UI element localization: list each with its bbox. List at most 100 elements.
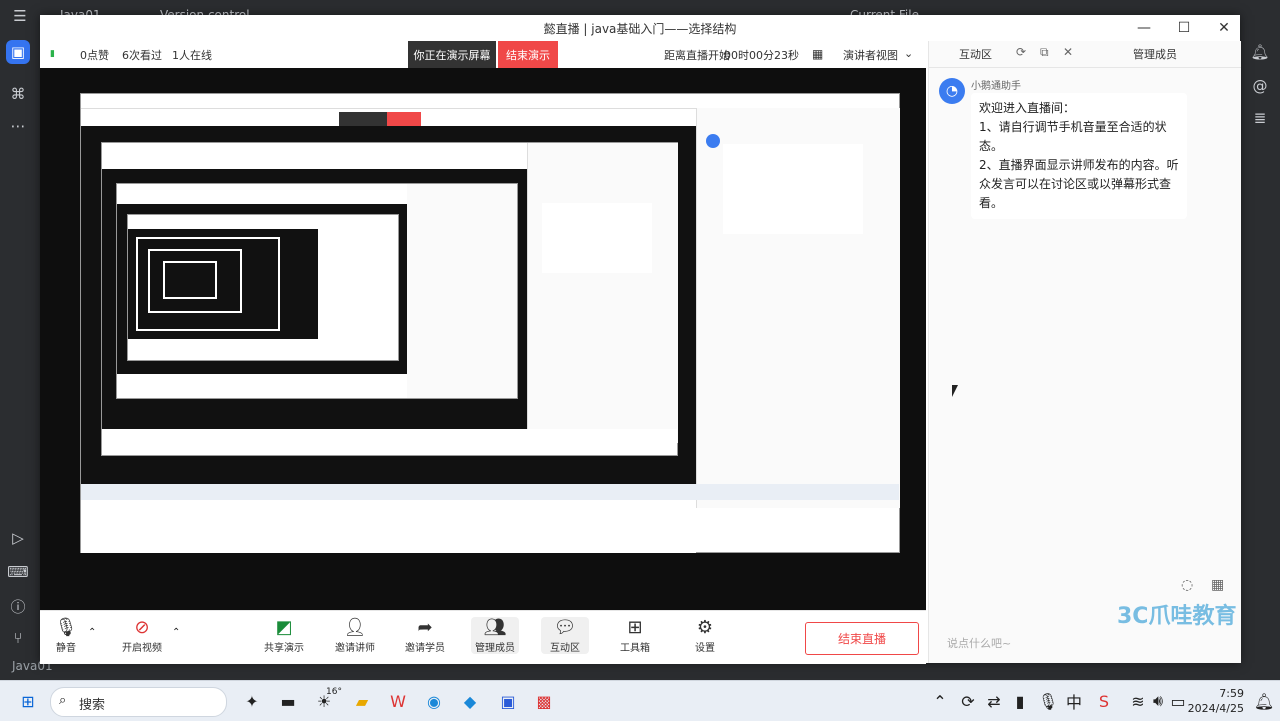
calendar-icon[interactable]: ▦ xyxy=(812,47,823,61)
tray-security-icon[interactable]: S xyxy=(1092,689,1116,713)
live-toolbar: 🎙︎ 静音 ⌃ ⊘ 开启视频 ⌃ ◩ 共享演示 👤︎ 邀请讲师 ➦ 邀请学员 👥︎ 管理成员… xyxy=(40,610,926,664)
database-icon[interactable]: ≣ xyxy=(1248,106,1272,130)
interact-button[interactable]: 💬︎ 互动区 xyxy=(541,617,589,654)
window-title: 懿直播 | java基础入门——选择结构 xyxy=(40,15,1240,41)
message-line: 1、请自行调节手机音量至合适的状态。 xyxy=(979,120,1167,153)
chat-input[interactable]: 说点什么吧~ xyxy=(947,635,1147,651)
mouse-cursor xyxy=(952,385,958,397)
refresh-icon[interactable]: ⟳ xyxy=(1016,45,1026,59)
grid-icon: ⊞ xyxy=(627,617,643,638)
ide-right-toolbar: 🔔︎ @ ≣ xyxy=(1240,32,1280,682)
maximize-button[interactable]: ☐ xyxy=(1174,20,1194,36)
tab-interact[interactable]: 互动区 xyxy=(959,46,992,62)
problems-icon[interactable]: ⓘ xyxy=(6,594,30,618)
close-panel-icon[interactable]: ✕ xyxy=(1063,45,1073,59)
clock-time: 7:59 xyxy=(1219,687,1244,700)
invite-teacher-label: 邀请讲师 xyxy=(335,643,375,654)
tray-chevron-icon[interactable]: ⌃ xyxy=(928,689,952,713)
nested-capture-3 xyxy=(116,183,518,399)
end-demo-button[interactable]: 结束演示 xyxy=(498,41,558,68)
video-button[interactable]: ⊘ 开启视频 xyxy=(118,617,166,654)
calendar-check-icon[interactable]: ▦ xyxy=(1211,577,1224,593)
video-options-chevron-icon[interactable]: ⌃ xyxy=(172,627,180,638)
avatar: ◔ xyxy=(939,78,965,104)
nested-capture-5 xyxy=(136,237,280,331)
wps-icon[interactable]: W xyxy=(386,689,410,713)
app-icon[interactable]: ◆ xyxy=(458,689,482,713)
intellij-icon[interactable]: ▩ xyxy=(532,689,556,713)
invite-student-label: 邀请学员 xyxy=(405,643,445,654)
edge-icon[interactable]: ◉ xyxy=(422,689,446,713)
tray-app-icon[interactable]: ⟳ xyxy=(956,689,980,713)
notification-icon[interactable]: 🔔︎ xyxy=(1248,40,1272,64)
video-label: 开启视频 xyxy=(122,643,162,654)
share-screen-icon: ◩ xyxy=(275,617,293,638)
popout-icon[interactable]: ⧉ xyxy=(1040,45,1049,60)
settings-label: 设置 xyxy=(695,643,715,654)
live-app-icon[interactable]: ▣ xyxy=(496,689,520,713)
menu-icon[interactable]: ☰ xyxy=(8,4,32,28)
mute-options-chevron-icon[interactable]: ⌃ xyxy=(88,627,96,638)
share-label: 共享演示 xyxy=(264,643,304,654)
countdown-label: 距离直播开始 xyxy=(664,49,730,62)
share-button[interactable]: ◩ 共享演示 xyxy=(260,617,308,654)
tools-button[interactable]: ⊞ 工具箱 xyxy=(611,617,659,654)
members-button[interactable]: 👥︎ 管理成员 xyxy=(471,617,519,654)
terminal-icon[interactable]: ⌨ xyxy=(6,560,30,584)
brand-text: 爪哇教育 xyxy=(1148,604,1237,629)
nested-capture-4 xyxy=(127,214,399,361)
search-placeholder: 搜索 xyxy=(79,698,106,713)
views-count: 6次看过 xyxy=(122,49,162,62)
message-line: 欢迎进入直播间： xyxy=(979,101,1076,115)
danmaku-icon[interactable]: ◌ xyxy=(1181,577,1193,593)
tray-sync-icon[interactable]: ⇄ xyxy=(982,689,1006,713)
chat-icon: 💬︎ xyxy=(553,617,577,638)
mute-button[interactable]: 🎙︎ 静音 xyxy=(42,617,90,654)
invite-teacher-icon: 👤︎ xyxy=(343,617,367,638)
weather-temp: 16° xyxy=(326,687,342,697)
battery-icon[interactable]: ▭ xyxy=(1166,689,1190,713)
members-label: 管理成员 xyxy=(475,643,515,654)
live-window: 懿直播 | java基础入门——选择结构 — ☐ ✕ ▮ 0点赞 6次看过 1人… xyxy=(40,15,1241,664)
file-explorer-icon[interactable]: ▰ xyxy=(350,689,374,713)
end-live-button[interactable]: 结束直播 xyxy=(805,622,919,655)
invite-student-button[interactable]: ➦ 邀请学员 xyxy=(401,617,449,654)
close-button[interactable]: ✕ xyxy=(1214,20,1234,36)
more-icon[interactable]: ⋯ xyxy=(6,114,30,138)
window-controls: — ☐ ✕ xyxy=(1134,15,1234,41)
online-count: 1人在线 xyxy=(172,49,212,62)
tools-label: 工具箱 xyxy=(620,643,650,654)
git-icon[interactable]: ⑂ xyxy=(6,626,30,650)
notification-bell-icon[interactable]: 🔔︎ xyxy=(1252,689,1276,713)
chevron-down-icon[interactable]: ⌄ xyxy=(904,47,913,60)
brand-watermark: 3C爪哇教育 xyxy=(1117,597,1236,630)
tab-members[interactable]: 管理成员 xyxy=(1133,46,1177,62)
copilot-icon[interactable]: ✦ xyxy=(240,689,264,713)
microphone-icon: 🎙︎ xyxy=(54,617,78,638)
structure-icon[interactable]: ⌘ xyxy=(6,82,30,106)
nested-capture-1 xyxy=(80,93,900,553)
start-icon[interactable]: ⊞ xyxy=(16,689,40,713)
tray-audio-meter-icon[interactable]: ▮ xyxy=(1008,689,1032,713)
settings-button[interactable]: ⚙ 设置 xyxy=(681,617,729,654)
taskview-icon[interactable]: ▬ xyxy=(276,689,300,713)
signal-icon: ▮ xyxy=(50,49,55,59)
ai-assistant-icon[interactable]: @ xyxy=(1248,74,1272,98)
clock[interactable]: 7:59 2024/4/25 xyxy=(1188,686,1244,716)
gear-icon: ⚙ xyxy=(696,617,714,638)
view-mode-select[interactable]: 演讲者视图 xyxy=(843,47,898,63)
side-panel: 互动区 ⟳ ⧉ ✕ 管理成员 ◔ 小鹅通助手 欢迎进入直播间： 1、请自行调节手… xyxy=(928,41,1241,663)
screen-share-view xyxy=(40,68,926,610)
search-input[interactable]: ⌕ 搜索 xyxy=(50,687,227,717)
window-title-text: 懿直播 | java基础入门——选择结构 xyxy=(543,21,737,36)
folder-icon[interactable]: ▣ xyxy=(6,40,30,64)
invite-teacher-button[interactable]: 👤︎ 邀请讲师 xyxy=(331,617,379,654)
message-bubble: 欢迎进入直播间： 1、请自行调节手机音量至合适的状态。 2、直播界面显示讲师发布… xyxy=(971,93,1187,219)
ime-icon[interactable]: 中 xyxy=(1062,689,1086,713)
tray-mic-icon[interactable]: 🎙︎ xyxy=(1036,689,1060,713)
members-icon: 👥︎ xyxy=(483,617,507,638)
mute-label: 静音 xyxy=(56,643,76,654)
run-icon[interactable]: ▷ xyxy=(6,526,30,550)
minimize-button[interactable]: — xyxy=(1134,20,1154,36)
nested-capture-2 xyxy=(101,142,678,456)
